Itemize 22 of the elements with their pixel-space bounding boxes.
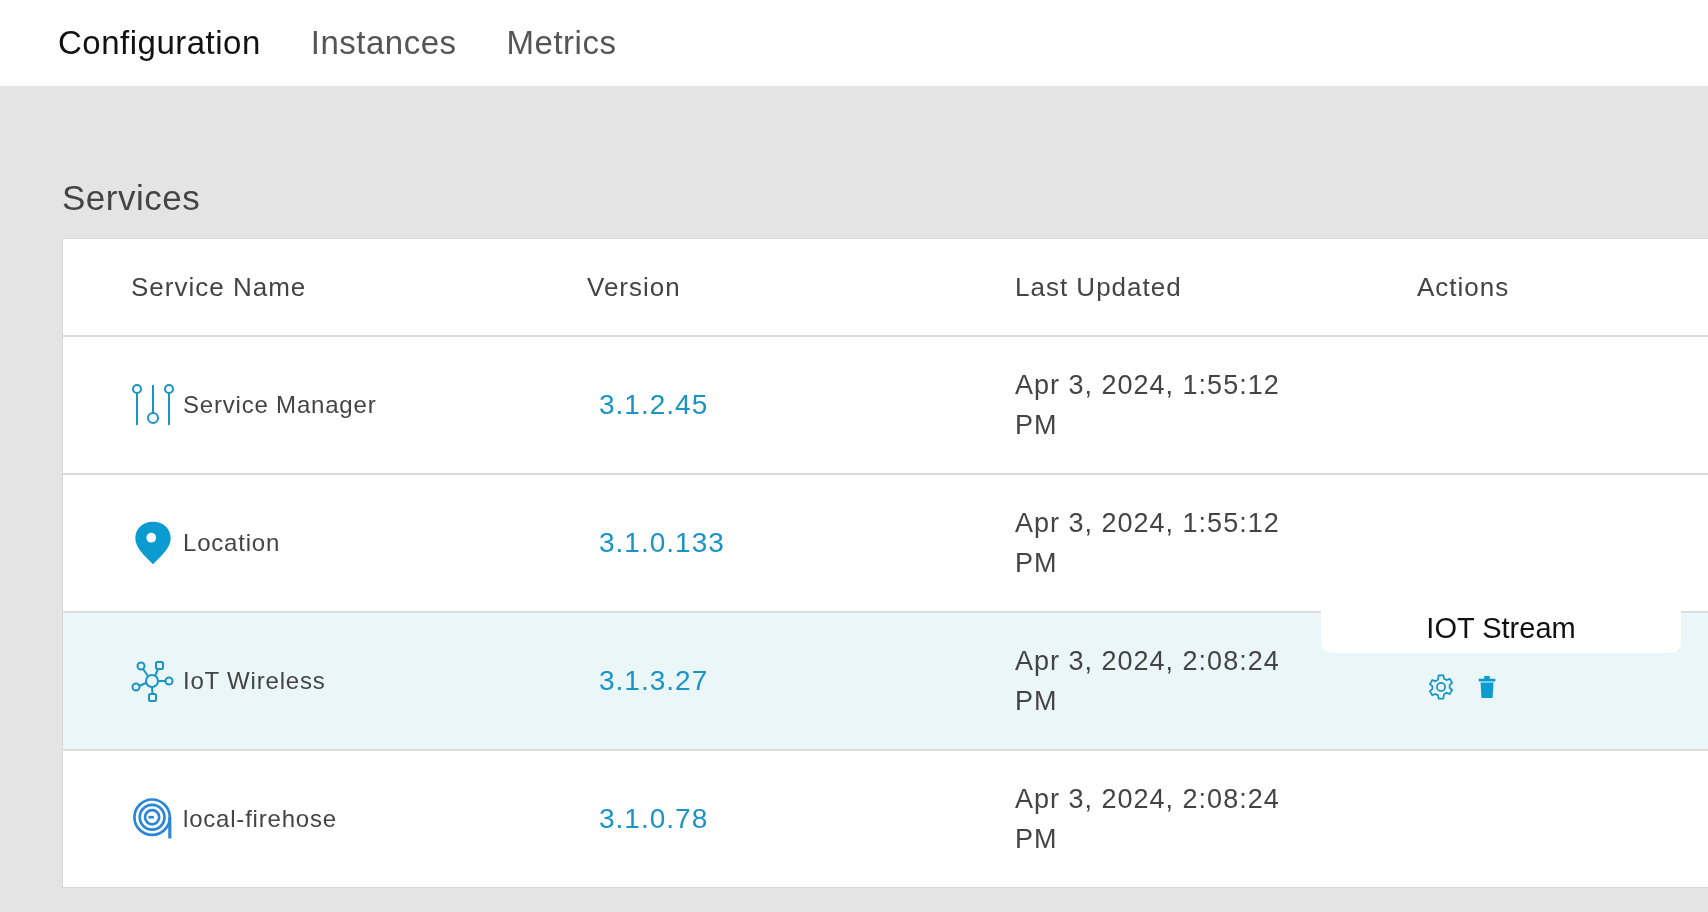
tab[interactable]: Instances xyxy=(310,24,457,62)
last-updated-text: Apr 3, 2024, 2:08:24 PM xyxy=(1015,645,1281,718)
column-header: Last Updated xyxy=(1015,271,1183,303)
tab[interactable]: Metrics xyxy=(506,24,617,62)
table-row[interactable]: Service Manager 3.1.2.45 Apr 3, 2024, 1:55:12 PM xyxy=(63,337,1708,475)
last-updated-text: Apr 3, 2024, 1:55:12 PM xyxy=(1015,369,1281,442)
column-header: Service Name xyxy=(131,271,308,303)
last-updated-text: Apr 3, 2024, 2:08:24 PM xyxy=(1015,783,1281,856)
column-header: Version xyxy=(587,271,682,303)
settings-icon[interactable] xyxy=(1427,673,1455,701)
network-nodes-icon xyxy=(131,658,175,704)
sliders-icon xyxy=(131,382,175,428)
table-row[interactable]: local-firehose 3.1.0.78 Apr 3, 2024, 2:08:24 PM xyxy=(63,751,1708,887)
column-header: Actions xyxy=(1417,271,1511,303)
service-name: local-firehose xyxy=(183,805,337,833)
service-name: Service Manager xyxy=(183,391,377,419)
section-title: Services xyxy=(62,178,202,218)
last-updated-text: Apr 3, 2024, 1:55:12 PM xyxy=(1015,507,1281,580)
service-name: IoT Wireless xyxy=(183,667,326,695)
trash-icon[interactable] xyxy=(1477,675,1497,699)
service-name: Location xyxy=(183,529,281,557)
tab[interactable]: Configuration xyxy=(58,24,261,62)
